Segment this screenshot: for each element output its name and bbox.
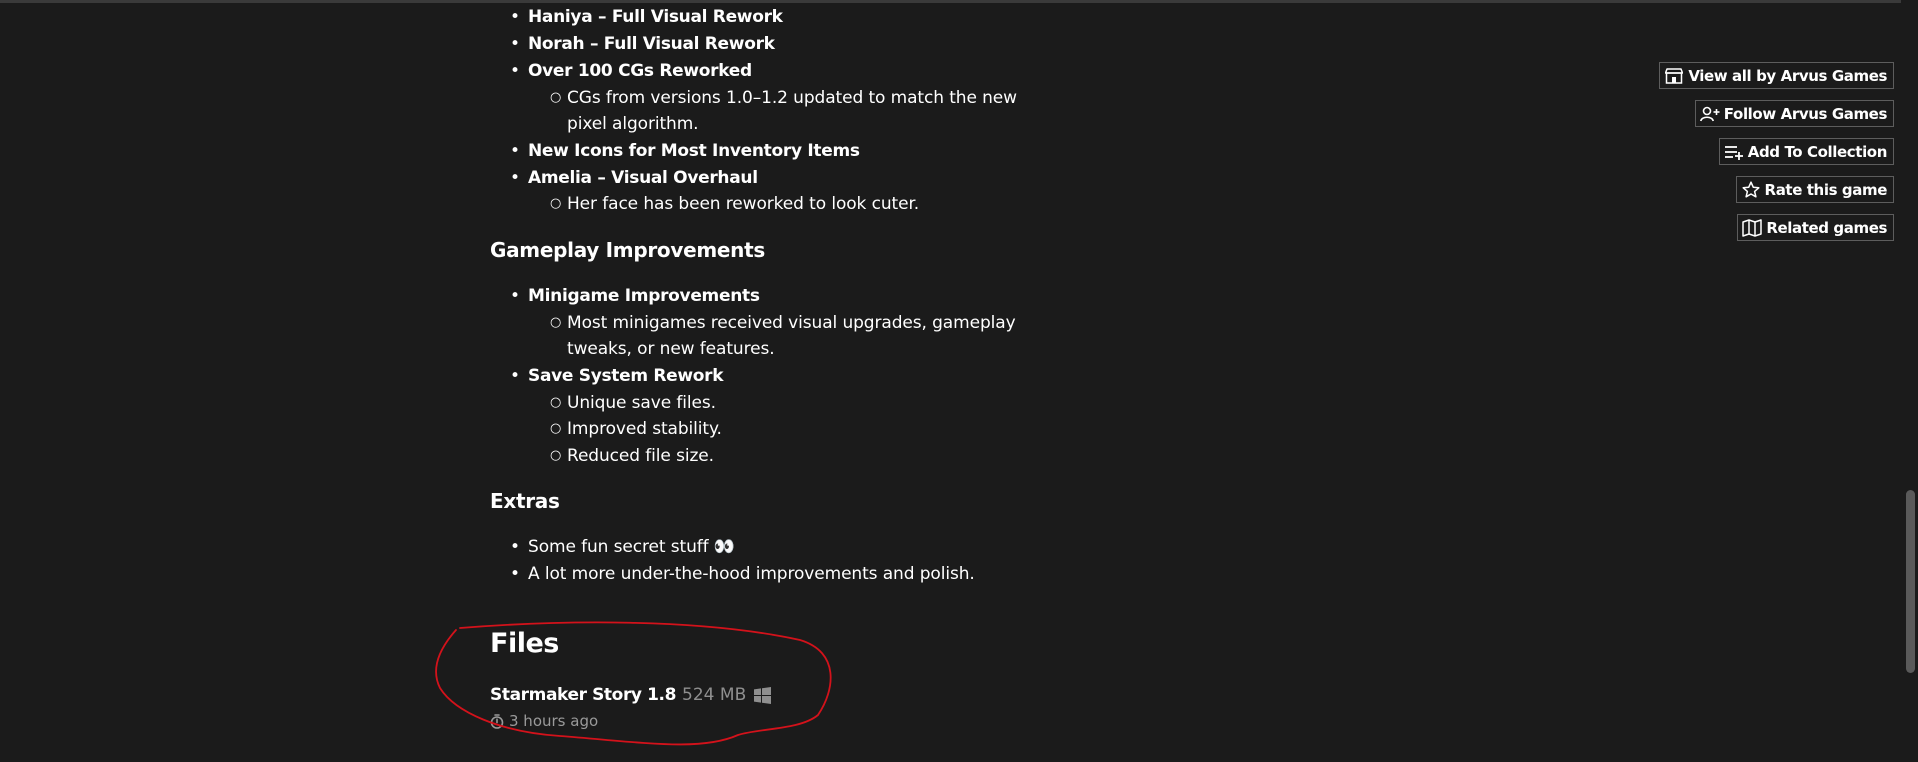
list-item: • Some fun secret stuff 👀: [510, 537, 735, 557]
page-scrollbar[interactable]: [1901, 0, 1918, 762]
annotation-circle: [435, 621, 832, 746]
file-row: Starmaker Story 1.8 524 MB: [490, 682, 772, 708]
sub-list-item-text: Improved stability.: [567, 419, 722, 439]
add-user-icon: [1699, 104, 1720, 124]
sub-list-item-text: Unique save files.: [567, 393, 716, 413]
add-to-list-icon: [1724, 142, 1744, 162]
related-games-label: Related games: [1766, 218, 1887, 237]
list-item-label: Haniya – Full Visual Rework: [528, 7, 783, 27]
section-heading-extras: Extras: [490, 489, 560, 513]
follow-author-label: Follow Arvus Games: [1723, 104, 1888, 123]
sub-list-item: ○ Reduced file size.: [550, 446, 714, 466]
itchio-store-icon: [1664, 66, 1684, 86]
sub-list-item: ○ Her face has been reworked to look cut…: [550, 194, 920, 214]
scrollbar-thumb[interactable]: [1906, 490, 1915, 673]
list-item: • Amelia – Visual Overhaul: [510, 168, 758, 188]
list-item: • Haniya – Full Visual Rework: [510, 7, 783, 27]
list-item: • A lot more under-the-hood improvements…: [510, 564, 975, 584]
file-upload-date: 3 hours ago: [490, 710, 598, 732]
list-item: • Minigame Improvements: [510, 286, 760, 306]
file-size: 524 MB: [682, 685, 747, 705]
follow-author-button[interactable]: Follow Arvus Games: [1694, 100, 1894, 127]
list-item-label: Save System Rework: [528, 366, 724, 386]
sub-list-item-continued: pixel algorithm.: [567, 111, 699, 137]
star-icon: [1741, 180, 1761, 200]
top-border: [0, 0, 1918, 3]
list-item-label: Over 100 CGs Reworked: [528, 61, 752, 81]
list-item-label: Norah – Full Visual Rework: [528, 34, 775, 54]
map-icon: [1742, 218, 1763, 238]
add-to-collection-label: Add To Collection: [1747, 142, 1888, 161]
sub-list-item: ○ CGs from versions 1.0–1.2 updated to m…: [550, 88, 1017, 108]
list-item: • New Icons for Most Inventory Items: [510, 141, 860, 161]
sub-list-item: ○ Most minigames received visual upgrade…: [550, 313, 1016, 333]
sub-list-item: ○ Improved stability.: [550, 419, 722, 439]
list-item-label: Minigame Improvements: [528, 286, 760, 306]
sub-list-item: ○ Unique save files.: [550, 393, 716, 413]
list-item-label: Amelia – Visual Overhaul: [528, 168, 758, 188]
sub-list-item-text: Her face has been reworked to look cuter…: [567, 194, 920, 214]
file-name: Starmaker Story 1.8: [490, 685, 677, 705]
sub-list-item-text: Most minigames received visual upgrades,…: [567, 313, 1016, 333]
related-games-button[interactable]: Related games: [1737, 214, 1894, 241]
rate-game-label: Rate this game: [1764, 180, 1888, 199]
rate-game-button[interactable]: Rate this game: [1735, 176, 1894, 203]
list-item: • Save System Rework: [510, 366, 724, 386]
list-item: • Over 100 CGs Reworked: [510, 61, 752, 81]
view-all-by-author-label: View all by Arvus Games: [1688, 66, 1887, 85]
view-all-by-author-button[interactable]: View all by Arvus Games: [1659, 62, 1894, 89]
list-item-text: Some fun secret stuff 👀: [528, 537, 735, 557]
list-item: • Norah – Full Visual Rework: [510, 34, 775, 54]
files-heading: Files: [490, 628, 559, 659]
sub-list-item-continued: tweaks, or new features.: [567, 336, 775, 362]
sub-list-item-text: pixel algorithm.: [567, 114, 699, 134]
add-to-collection-button[interactable]: Add To Collection: [1718, 138, 1894, 165]
list-item-label: New Icons for Most Inventory Items: [528, 141, 860, 161]
sub-list-item-text: Reduced file size.: [567, 446, 714, 466]
windows-icon: [754, 686, 772, 704]
stopwatch-icon: [490, 713, 504, 729]
list-item-text: A lot more under-the-hood improvements a…: [528, 564, 975, 584]
sub-list-item-text: tweaks, or new features.: [567, 339, 775, 359]
section-heading-gameplay: Gameplay Improvements: [490, 238, 765, 262]
sub-list-item-text: CGs from versions 1.0–1.2 updated to mat…: [567, 88, 1017, 108]
